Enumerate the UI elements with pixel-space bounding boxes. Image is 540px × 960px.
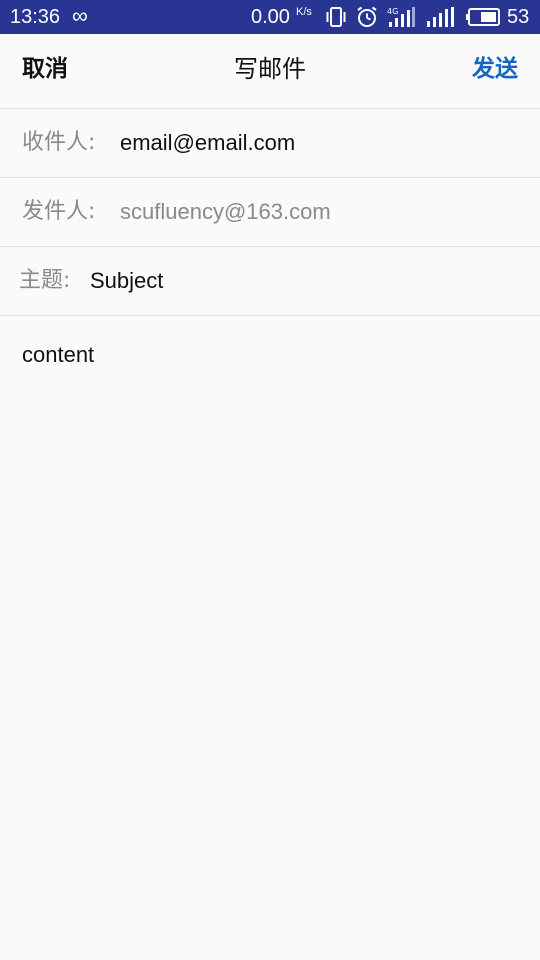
signal-icon (426, 6, 454, 33)
from-row: 发件人: scufluency@163.com (0, 178, 540, 247)
from-label: 发件人: (22, 199, 96, 224)
content-field[interactable]: content (22, 340, 94, 370)
alarm-icon (356, 6, 378, 33)
send-button[interactable]: 发送 (472, 54, 518, 84)
from-field[interactable]: scufluency@163.com (120, 197, 331, 227)
battery-icon (466, 6, 502, 33)
network-speed-unit: K/s (296, 6, 312, 18)
4g-signal-icon: 4G (387, 6, 415, 33)
battery-level: 53 (507, 6, 530, 28)
vibrate-icon (326, 6, 346, 33)
title-bar: 取消 写邮件 发送 (0, 34, 540, 109)
subject-field[interactable]: Subject (90, 266, 163, 296)
infinity-icon: ∞ (72, 3, 88, 28)
to-row: 收件人: email@email.com (0, 109, 540, 178)
to-field[interactable]: email@email.com (120, 128, 295, 158)
subject-row: 主题: Subject (0, 247, 540, 316)
network-speed: 0.00 (251, 6, 290, 28)
status-time: 13:36 (10, 6, 61, 28)
page-title: 写邮件 (234, 55, 306, 83)
to-label: 收件人: (22, 130, 96, 155)
subject-label: 主题: (19, 268, 71, 293)
content-area[interactable] (0, 317, 540, 960)
svg-text:4G: 4G (387, 7, 398, 16)
status-bar: 13:36 ∞ 0.00 K/s 4G 53 (0, 0, 540, 34)
